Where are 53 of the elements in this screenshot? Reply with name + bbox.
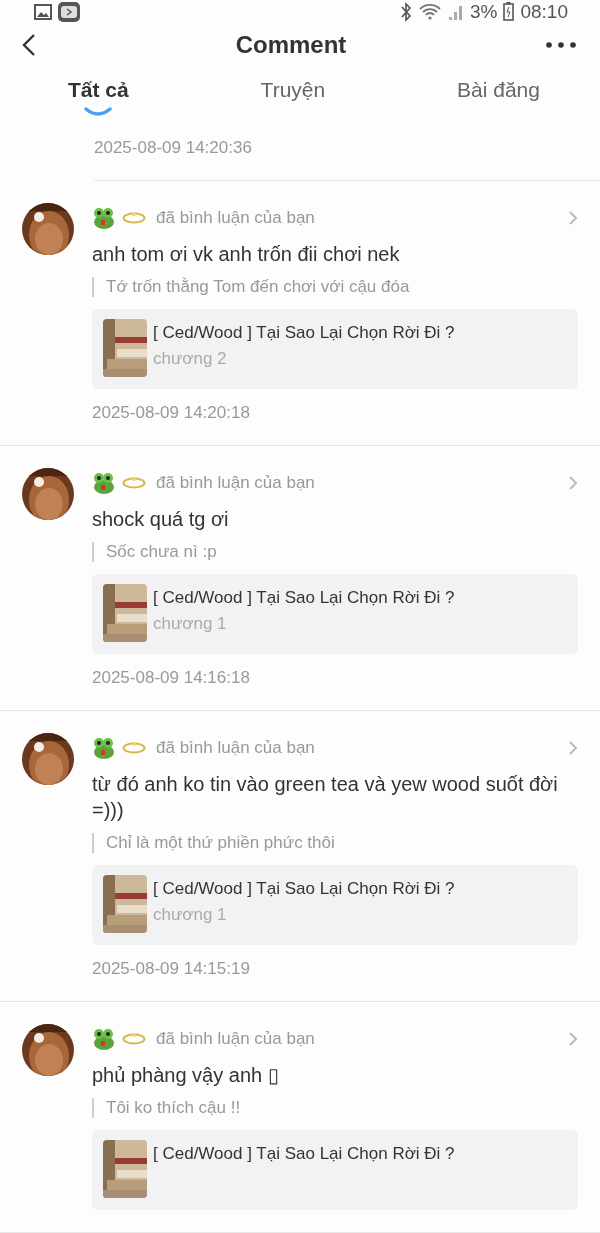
chapter-label: chương 1 [153,905,228,925]
story-card[interactable]: [ Ced/Wood ] Tại Sao Lại Chọn Rời Đi ? chương 1 [92,865,578,945]
story-title: [ Ced/Wood ] Tại Sao Lại Chọn Rời Đi ? [153,588,455,608]
timestamp: 2025-08-09 14:20:36 [94,138,252,157]
back-button[interactable] [22,32,36,57]
reply-quote: Tớ trốn thằng Tom đến chơi với cậu đóa [92,277,578,297]
story-title: [ Ced/Wood ] Tại Sao Lại Chọn Rời Đi ? [153,1144,455,1164]
comment-text: anh tom ơi vk anh trốn đii chơi nek [92,242,401,267]
more-button[interactable] [546,41,576,48]
comment-text: shock quá tg ơi [92,507,230,532]
action-label: đã bình luận của bạn [156,208,316,228]
chevron-right-icon[interactable] [568,740,578,756]
ring-icon [122,212,146,224]
story-card[interactable]: [ Ced/Wood ] Tại Sao Lại Chọn Rời Đi ? chương 2 [92,309,578,389]
frog-icon [92,472,116,494]
reply-quote: Tôi ko thích cậu !! [92,1098,578,1118]
chevron-right-icon[interactable] [568,475,578,491]
story-card[interactable]: [ Ced/Wood ] Tại Sao Lại Chọn Rời Đi ? [92,1130,578,1210]
ring-icon [122,742,146,754]
page-title: Comment [235,30,347,59]
bluetooth-icon [400,1,412,22]
tab[interactable]: Truyện [260,78,326,126]
battery-percent: 3% [470,0,498,23]
play-icon [58,1,80,22]
story-card[interactable]: [ Ced/Wood ] Tại Sao Lại Chọn Rời Đi ? chương 1 [92,574,578,654]
chapter-label: chương 1 [153,614,228,634]
comment-text: từ đó anh ko tin vào green tea và yew wood suốt đời =))) [92,772,559,823]
action-label: đã bình luận của bạn [156,738,316,758]
tab[interactable]: Bài đăng [457,78,540,126]
tab[interactable]: Tất cả [68,78,129,126]
tab-indicator [83,106,114,116]
battery-icon [503,2,515,22]
action-label: đã bình luận của bạn [156,1029,316,1049]
frog-icon [92,207,116,229]
timestamp: 2025-08-09 14:16:18 [92,668,250,687]
clock-time: 08:10 [520,0,568,23]
ring-icon [122,477,146,489]
wifi-icon [418,2,442,21]
chevron-right-icon[interactable] [568,210,578,226]
timestamp: 2025-08-09 14:20:18 [92,403,250,422]
comment-text: phủ phàng vậy anh ▯ [92,1063,280,1088]
image-icon [34,3,52,20]
frog-icon [92,737,116,759]
chapter-label: chương 2 [153,349,228,369]
reply-quote: Sốc chưa nì :p [92,542,578,562]
action-label: đã bình luận của bạn [156,473,316,493]
reply-quote: Chỉ là một thứ phiền phức thôi [92,833,578,853]
frog-icon [92,1028,116,1050]
story-title: [ Ced/Wood ] Tại Sao Lại Chọn Rời Đi ? [153,879,455,899]
ring-icon [122,1033,146,1045]
timestamp: 2025-08-09 14:15:19 [92,959,250,978]
chevron-right-icon[interactable] [568,1031,578,1047]
story-title: [ Ced/Wood ] Tại Sao Lại Chọn Rời Đi ? [153,323,455,343]
